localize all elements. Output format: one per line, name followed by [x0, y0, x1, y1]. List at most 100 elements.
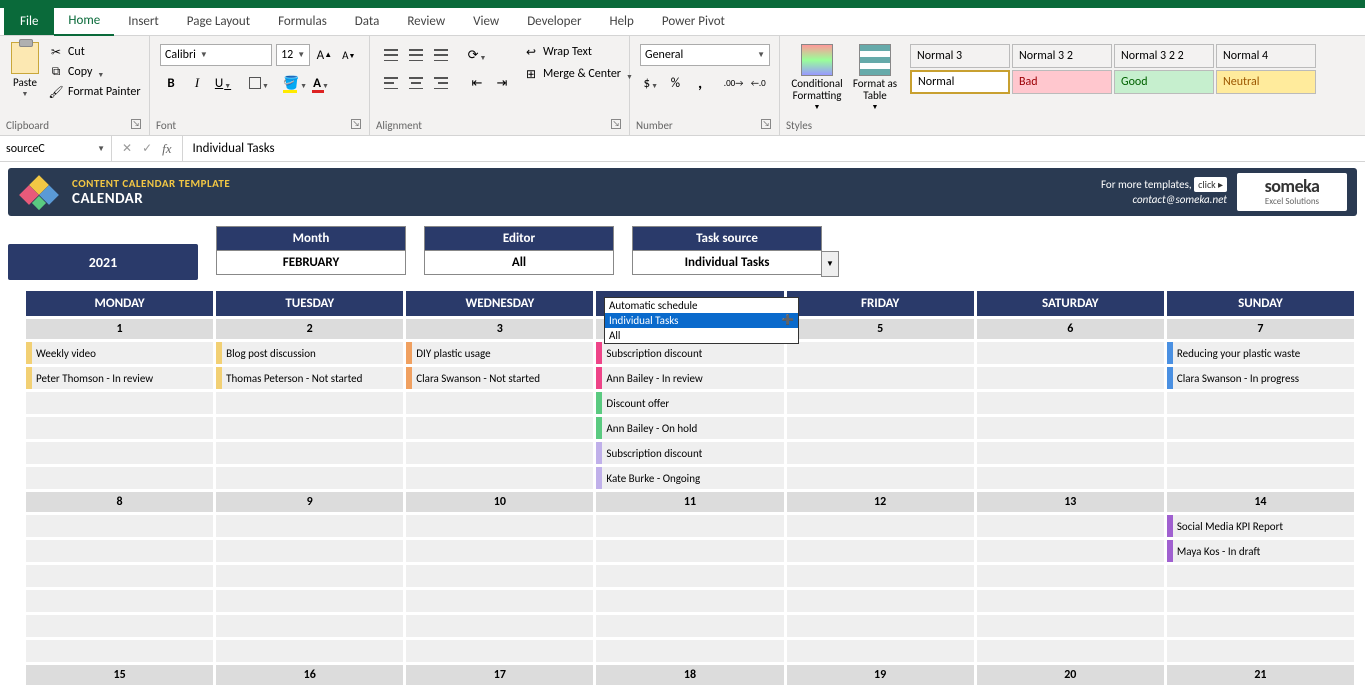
day-number[interactable]: 7 [1167, 319, 1354, 339]
calendar-cell[interactable] [26, 640, 213, 662]
font-name-combo[interactable]: Calibri▼ [160, 44, 272, 66]
calendar-cell[interactable] [26, 565, 213, 587]
task-item[interactable]: Ann Bailey - In review [596, 367, 783, 389]
calendar-cell[interactable] [787, 515, 974, 537]
dropdown-icon[interactable]: ▼ [821, 251, 839, 277]
calendar-cell[interactable] [406, 417, 593, 439]
fill-color-button[interactable]: 🪣▼ [284, 72, 306, 94]
calendar-cell[interactable] [977, 590, 1164, 612]
task-item[interactable]: Social Media KPI Report [1167, 515, 1354, 537]
day-number[interactable]: 5 [787, 319, 974, 339]
task-item[interactable]: DIY plastic usage [406, 342, 593, 364]
task-item[interactable]: Reducing your plastic waste [1167, 342, 1354, 364]
task-item[interactable]: Discount offer [596, 392, 783, 414]
calendar-cell[interactable]: Maya Kos - In draft [1167, 540, 1354, 562]
align-left-icon[interactable] [380, 72, 402, 94]
year-selector[interactable]: 2021 [8, 244, 198, 280]
calendar-cell[interactable] [406, 540, 593, 562]
calendar-cell[interactable] [977, 640, 1164, 662]
calendar-cell[interactable] [596, 540, 783, 562]
wrap-text-button[interactable]: ↩Wrap Text [523, 44, 633, 60]
calendar-cell[interactable] [26, 392, 213, 414]
calendar-cell[interactable] [596, 590, 783, 612]
task-source-value[interactable]: Individual Tasks ▼ [632, 251, 822, 275]
task-item[interactable]: Weekly video [26, 342, 213, 364]
calendar-cell[interactable] [26, 442, 213, 464]
day-number[interactable]: 18 [596, 665, 783, 685]
format-painter-button[interactable]: 🖌Format Painter [48, 84, 141, 100]
calendar-cell[interactable] [977, 565, 1164, 587]
calendar-cell[interactable] [596, 615, 783, 637]
day-number[interactable]: 9 [216, 492, 403, 512]
bold-button[interactable]: B [160, 72, 182, 94]
calendar-cell[interactable] [596, 640, 783, 662]
align-right-icon[interactable] [430, 72, 452, 94]
format-as-table-button[interactable]: Format as Table▼ [848, 44, 902, 111]
menu-formulas[interactable]: Formulas [264, 8, 341, 35]
calendar-cell[interactable] [787, 540, 974, 562]
calendar-cell[interactable]: Kate Burke - Ongoing [596, 467, 783, 489]
conditional-formatting-button[interactable]: Conditional Formatting▼ [790, 44, 844, 111]
menu-page-layout[interactable]: Page Layout [173, 8, 264, 35]
calendar-cell[interactable] [977, 392, 1164, 414]
calendar-cell[interactable] [26, 615, 213, 637]
calendar-cell[interactable] [787, 467, 974, 489]
calendar-cell[interactable] [596, 515, 783, 537]
task-item[interactable]: Subscription discount [596, 442, 783, 464]
calendar-cell[interactable]: Ann Bailey - On hold [596, 417, 783, 439]
calendar-cell[interactable] [787, 442, 974, 464]
menu-developer[interactable]: Developer [513, 8, 595, 35]
menu-home[interactable]: Home [54, 7, 114, 36]
dialog-launcher-icon[interactable]: ↘ [611, 119, 621, 129]
dialog-launcher-icon[interactable]: ↘ [761, 119, 771, 129]
calendar-cell[interactable] [1167, 640, 1354, 662]
calendar-cell[interactable] [26, 467, 213, 489]
day-number[interactable]: 3 [406, 319, 593, 339]
calendar-cell[interactable] [787, 367, 974, 389]
cell-style-normal-4[interactable]: Normal 4 [1216, 44, 1316, 68]
cell-style-good[interactable]: Good [1114, 70, 1214, 94]
calendar-cell[interactable] [216, 640, 403, 662]
increase-indent-icon[interactable]: ⇥ [491, 72, 513, 94]
menu-file[interactable]: File [4, 8, 54, 35]
cut-button[interactable]: ✂Cut [48, 44, 141, 60]
calendar-cell[interactable]: Clara Swanson - Not started [406, 367, 593, 389]
calendar-cell[interactable] [216, 590, 403, 612]
day-number[interactable]: 1 [26, 319, 213, 339]
calendar-cell[interactable] [406, 467, 593, 489]
calendar-cell[interactable] [977, 342, 1164, 364]
percent-icon[interactable]: % [665, 72, 687, 94]
decrease-font-icon[interactable]: A▼ [339, 44, 359, 66]
dropdown-option[interactable]: All [605, 328, 798, 343]
task-item[interactable]: Clara Swanson - In progress [1167, 367, 1354, 389]
formula-input[interactable]: Individual Tasks [183, 141, 1365, 156]
menu-review[interactable]: Review [393, 8, 459, 35]
calendar-cell[interactable] [406, 515, 593, 537]
day-number[interactable]: 10 [406, 492, 593, 512]
cell-style-normal-3-2[interactable]: Normal 3 2 [1012, 44, 1112, 68]
calendar-cell[interactable] [596, 565, 783, 587]
task-item[interactable]: Blog post discussion [216, 342, 403, 364]
align-center-icon[interactable] [405, 72, 427, 94]
calendar-cell[interactable] [977, 417, 1164, 439]
calendar-cell[interactable]: Subscription discount [596, 342, 783, 364]
calendar-cell[interactable] [216, 467, 403, 489]
font-color-button[interactable]: A▼ [310, 72, 332, 94]
day-number[interactable]: 12 [787, 492, 974, 512]
calendar-cell[interactable] [216, 417, 403, 439]
task-item[interactable]: Ann Bailey - On hold [596, 417, 783, 439]
editor-value[interactable]: All [424, 251, 614, 275]
calendar-cell[interactable] [977, 540, 1164, 562]
dropdown-option[interactable]: Automatic schedule [605, 298, 798, 313]
menu-power-pivot[interactable]: Power Pivot [648, 8, 739, 35]
enter-icon[interactable]: ✓ [142, 141, 152, 156]
dialog-launcher-icon[interactable]: ↘ [131, 119, 141, 129]
task-item[interactable]: Maya Kos - In draft [1167, 540, 1354, 562]
cell-style-normal-3-2-2[interactable]: Normal 3 2 2 [1114, 44, 1214, 68]
increase-font-icon[interactable]: A▲ [314, 44, 334, 66]
menu-data[interactable]: Data [341, 8, 394, 35]
calendar-cell[interactable]: DIY plastic usage [406, 342, 593, 364]
day-number[interactable]: 21 [1167, 665, 1354, 685]
calendar-cell[interactable] [406, 640, 593, 662]
task-item[interactable]: Clara Swanson - Not started [406, 367, 593, 389]
